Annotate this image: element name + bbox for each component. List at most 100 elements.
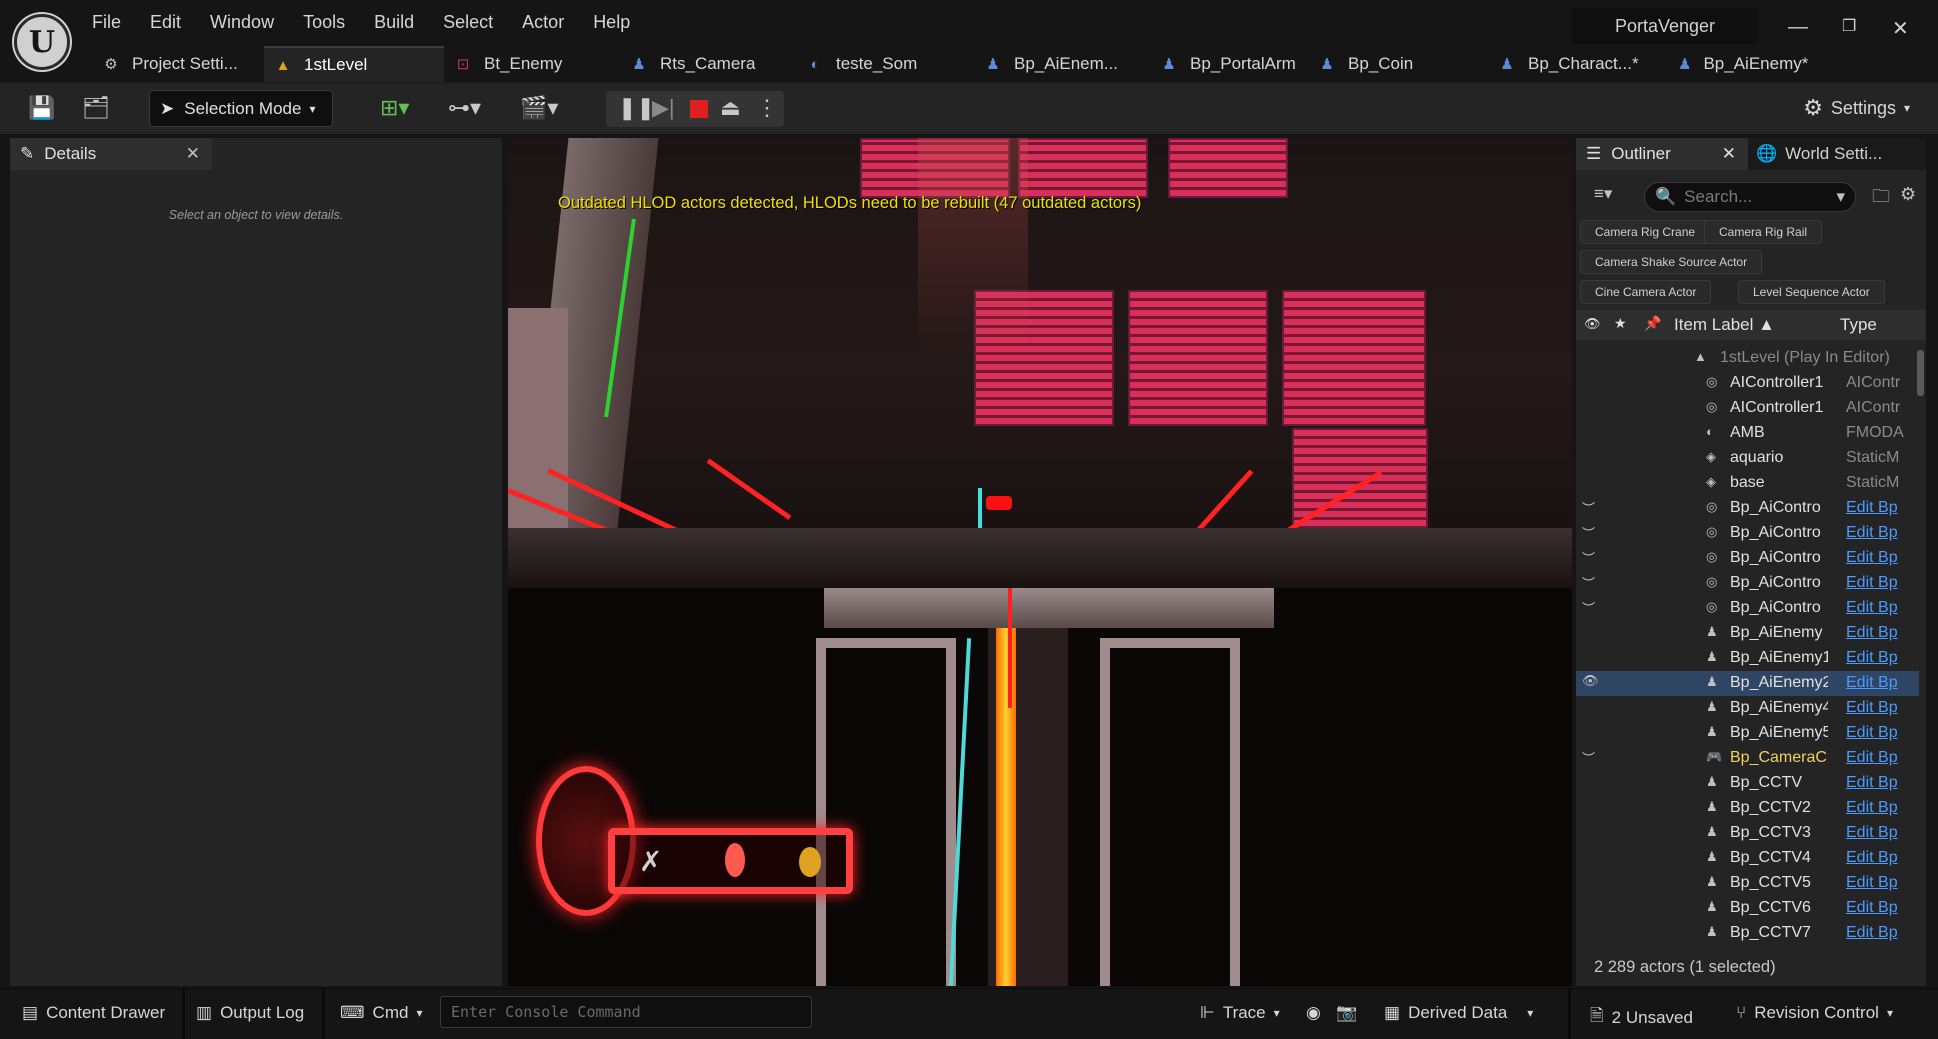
tab-bp-aienemy[interactable]: ♟ Bp_AiEnemy* (1668, 46, 1808, 82)
edit-blueprint-link[interactable]: Edit Bp (1846, 774, 1914, 792)
outliner-row[interactable]: ♟ Bp_AiEnemy4 Edit Bp (1576, 696, 1919, 721)
edit-blueprint-link[interactable]: Edit Bp (1846, 924, 1914, 942)
edit-blueprint-link[interactable]: Edit Bp (1846, 574, 1914, 592)
blueprint-menu-icon[interactable]: ⊶▾ (448, 95, 481, 121)
add-actor-icon[interactable]: ⊞▾ (380, 95, 409, 121)
outliner-row[interactable]: ♟ Bp_CCTV5 Edit Bp (1576, 871, 1919, 896)
eye-closed-icon[interactable]: ︶ (1582, 523, 1600, 542)
outliner-row[interactable]: ︶ ◎ Bp_AiContro Edit Bp (1576, 521, 1919, 546)
outliner-row[interactable]: ︶ ◎ Bp_AiContro Edit Bp (1576, 546, 1919, 571)
edit-blueprint-link[interactable]: Edit Bp (1846, 724, 1914, 742)
revision-control-dropdown[interactable]: ⑂ Revision Control ▾ (1736, 1003, 1893, 1023)
edit-blueprint-link[interactable]: Edit Bp (1846, 499, 1914, 517)
eye-icon[interactable]: 👁 (1584, 316, 1601, 332)
close-icon[interactable]: ✕ (186, 144, 200, 164)
unsaved-button[interactable]: 🗎 2 Unsaved (1590, 1003, 1693, 1032)
edit-blueprint-link[interactable]: Edit Bp (1846, 674, 1914, 692)
details-tab[interactable]: ✎ Details ✕ (10, 138, 212, 170)
outliner-row[interactable]: ♟ Bp_AiEnemy5 Edit Bp (1576, 721, 1919, 746)
pin-icon[interactable]: 📌 (1644, 315, 1661, 332)
outliner-row[interactable]: ♟ Bp_CCTV3 Edit Bp (1576, 821, 1919, 846)
tab-rts-camera[interactable]: ♟ Rts_Camera (620, 46, 796, 82)
eye-closed-icon[interactable]: ︶ (1582, 498, 1600, 517)
menu-item-file[interactable]: File (92, 12, 136, 33)
save-icon[interactable]: 💾 (28, 95, 55, 121)
outliner-search-input[interactable]: 🔍 Search... ▾ (1644, 182, 1856, 212)
menu-item-window[interactable]: Window (210, 12, 289, 33)
outliner-row[interactable]: ︶ ◎ Bp_AiContro Edit Bp (1576, 496, 1919, 521)
edit-blueprint-link[interactable]: Edit Bp (1846, 849, 1914, 867)
filter-icon[interactable]: ≡▾ (1594, 184, 1612, 204)
tab-bp-coin[interactable]: ♟ Bp_Coin (1308, 46, 1488, 82)
eject-icon[interactable]: ⏏ (720, 95, 741, 121)
selection-mode-dropdown[interactable]: ➤ Selection Mode ▾ (149, 90, 333, 127)
column-item-label[interactable]: Item Label ▲ (1674, 315, 1775, 335)
add-folder-icon[interactable]: 🗀 (1872, 184, 1890, 214)
eye-icon[interactable]: 👁 (1582, 673, 1600, 689)
content-browser-icon[interactable]: 🗂 (82, 95, 110, 121)
tab-bp-portalarm[interactable]: ♟ Bp_PortalArm (1150, 46, 1308, 82)
edit-blueprint-link[interactable]: Edit Bp (1846, 874, 1914, 892)
outliner-row[interactable]: ︶ 🎮 Bp_CameraC Edit Bp (1576, 746, 1919, 771)
close-icon[interactable]: ✕ (1892, 16, 1909, 41)
pause-icon[interactable]: ❚❚ (618, 95, 655, 121)
menu-item-select[interactable]: Select (443, 12, 508, 33)
outliner-row[interactable]: ♟ Bp_AiEnemy1 Edit Bp (1576, 646, 1919, 671)
edit-blueprint-link[interactable]: Edit Bp (1846, 899, 1914, 917)
outliner-row[interactable]: ♟ Bp_CCTV Edit Bp (1576, 771, 1919, 796)
unreal-logo-icon[interactable]: U (14, 14, 70, 70)
outliner-row[interactable]: ▲ 1stLevel (Play In Editor) (1576, 346, 1919, 371)
stop-icon[interactable] (690, 100, 708, 118)
content-drawer-button[interactable]: ▤ Content Drawer (22, 1003, 165, 1023)
outliner-row[interactable]: ♟ Bp_CCTV4 Edit Bp (1576, 846, 1919, 871)
edit-blueprint-link[interactable]: Edit Bp (1846, 549, 1914, 567)
edit-blueprint-link[interactable]: Edit Bp (1846, 799, 1914, 817)
eye-closed-icon[interactable]: ︶ (1582, 573, 1600, 592)
tab-1stlevel[interactable]: ▲ 1stLevel (264, 46, 444, 82)
outliner-row[interactable]: ◈ base StaticM (1576, 471, 1919, 496)
settings-button[interactable]: ⚙ Settings ▾ (1803, 95, 1910, 121)
outliner-row[interactable]: ◎ AIController1 AIContr (1576, 371, 1919, 396)
filter-chip[interactable]: Camera Shake Source Actor (1580, 250, 1763, 274)
cmd-dropdown[interactable]: ⌨ Cmd ▾ (340, 1003, 422, 1023)
menu-item-tools[interactable]: Tools (303, 12, 360, 33)
edit-blueprint-link[interactable]: Edit Bp (1846, 649, 1914, 667)
filter-chip[interactable]: Camera Rig Crane (1580, 220, 1711, 244)
console-command-input[interactable]: Enter Console Command (440, 996, 812, 1028)
edit-blueprint-link[interactable]: Edit Bp (1846, 824, 1914, 842)
derived-data-dropdown[interactable]: ▦ Derived Data ▾ (1384, 1003, 1533, 1023)
outliner-row[interactable]: 👁 ♟ Bp_AiEnemy2 Edit Bp (1576, 671, 1919, 696)
close-icon[interactable]: ✕ (1722, 144, 1736, 164)
minimize-icon[interactable]: — (1788, 16, 1808, 39)
outliner-row[interactable]: ♟ Bp_CCTV7 Edit Bp (1576, 921, 1919, 946)
output-log-button[interactable]: ▥ Output Log (196, 1003, 304, 1023)
edit-blueprint-link[interactable]: Edit Bp (1846, 624, 1914, 642)
eye-closed-icon[interactable]: ︶ (1582, 548, 1600, 567)
tab-bt-enemy[interactable]: ⊡ Bt_Enemy (444, 46, 620, 82)
cinematics-icon[interactable]: 🎬▾ (520, 95, 558, 121)
outliner-row[interactable]: ♟ Bp_CCTV6 Edit Bp (1576, 896, 1919, 921)
edit-blueprint-link[interactable]: Edit Bp (1846, 599, 1914, 617)
edit-blueprint-link[interactable]: Edit Bp (1846, 524, 1914, 542)
trace-dropdown[interactable]: ⊩ Trace ▾ (1200, 1003, 1280, 1023)
tab-bp-aienem[interactable]: ♟ Bp_AiEnem... (974, 46, 1150, 82)
tab-bp-charact[interactable]: ♟ Bp_Charact...* (1488, 46, 1668, 82)
star-icon[interactable]: ★ (1614, 315, 1627, 332)
screenshot-icon[interactable]: 📷 (1336, 1003, 1357, 1023)
filter-chip[interactable]: Cine Camera Actor (1580, 280, 1712, 304)
menu-item-build[interactable]: Build (374, 12, 429, 33)
tab-project-setti[interactable]: ⚙ Project Setti... (92, 46, 264, 82)
menu-item-edit[interactable]: Edit (150, 12, 196, 33)
filter-chip[interactable]: Level Sequence Actor (1738, 280, 1885, 304)
step-frame-icon[interactable]: ▶| (652, 95, 675, 121)
edit-blueprint-link[interactable]: Edit Bp (1846, 699, 1914, 717)
eye-closed-icon[interactable]: ︶ (1582, 598, 1600, 617)
menu-item-actor[interactable]: Actor (522, 12, 579, 33)
more-options-icon[interactable]: ⋮ (756, 95, 778, 121)
menu-item-help[interactable]: Help (593, 12, 645, 33)
outliner-row[interactable]: ♟ Bp_AiEnemy Edit Bp (1576, 621, 1919, 646)
restore-icon[interactable]: ❐ (1842, 16, 1856, 36)
level-viewport[interactable]: Outdated HLOD actors detected, HLODs nee… (508, 138, 1572, 986)
gear-icon[interactable]: ⚙ (1900, 184, 1916, 205)
outliner-tab[interactable]: ☰ Outliner ✕ (1576, 138, 1748, 170)
